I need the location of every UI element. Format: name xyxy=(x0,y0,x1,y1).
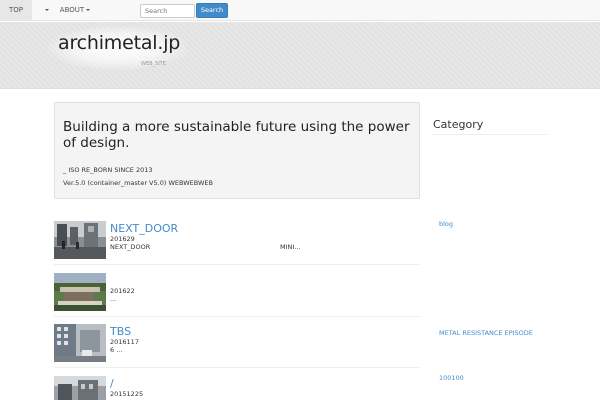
post-date: 20151225 xyxy=(110,390,144,398)
post-excerpt: ... xyxy=(110,295,117,303)
search-button[interactable]: Search xyxy=(196,3,228,18)
intro-since-line: _ ISO RE_BORN SINCE 2013 xyxy=(63,166,153,174)
site-header: archimetal.jp WEB_SITE xyxy=(0,22,600,89)
post-thumbnail[interactable] xyxy=(54,376,106,400)
post-item: / 20151225 xyxy=(54,376,420,400)
sidebar-link-100100[interactable]: 100100 xyxy=(439,374,464,382)
post-excerpt: 6 ... xyxy=(110,346,123,354)
post-item: TBS 2016117 6 ... xyxy=(54,324,420,364)
post-excerpt: NEXT_DOOR xyxy=(110,243,151,251)
post-excerpt-more: MINI... xyxy=(280,243,301,251)
nav-top-link[interactable]: TOP xyxy=(0,0,32,21)
post-title-link[interactable]: / xyxy=(110,377,114,390)
post-item: 201622 ... xyxy=(54,273,420,313)
caret-down-icon xyxy=(45,9,49,11)
sidebar-link-metal-resistance[interactable]: METAL RESISTANCE EPISODE xyxy=(439,329,533,337)
post-title-link[interactable]: TBS xyxy=(110,325,131,338)
post-date: 2016117 xyxy=(110,338,139,346)
post-thumbnail[interactable] xyxy=(54,273,106,311)
post-divider xyxy=(54,367,420,368)
post-divider xyxy=(54,264,420,265)
intro-version-line: Ver.5.0 (container_master V5.0) WEBWEBWE… xyxy=(63,179,213,187)
nav-top-label: TOP xyxy=(8,6,23,14)
post-date: 201629 xyxy=(110,235,135,243)
sidebar-link-blog[interactable]: blog xyxy=(439,220,453,228)
nav-about-dropdown[interactable]: ABOUT xyxy=(57,0,93,21)
top-navbar: TOP ABOUT Search xyxy=(0,0,600,21)
sidebar-title: Category xyxy=(433,118,484,131)
intro-heading: Building a more sustainable future using… xyxy=(63,119,410,151)
nav-dropdown-toggle[interactable] xyxy=(40,0,52,21)
post-date: 201622 xyxy=(110,287,135,295)
site-subtitle: WEB_SITE xyxy=(141,61,166,67)
post-thumbnail[interactable] xyxy=(54,221,106,259)
caret-down-icon xyxy=(86,9,91,11)
post-divider xyxy=(54,316,420,317)
post-thumbnail[interactable] xyxy=(54,324,106,362)
nav-about-label: ABOUT xyxy=(59,6,85,14)
post-title-link[interactable]: NEXT_DOOR xyxy=(110,222,178,235)
sidebar-divider xyxy=(433,134,548,135)
site-title[interactable]: archimetal.jp xyxy=(58,32,180,54)
post-item: NEXT_DOOR 201629 NEXT_DOOR MINI... xyxy=(54,221,420,261)
search-input[interactable] xyxy=(140,4,195,18)
intro-panel: Building a more sustainable future using… xyxy=(54,102,420,199)
